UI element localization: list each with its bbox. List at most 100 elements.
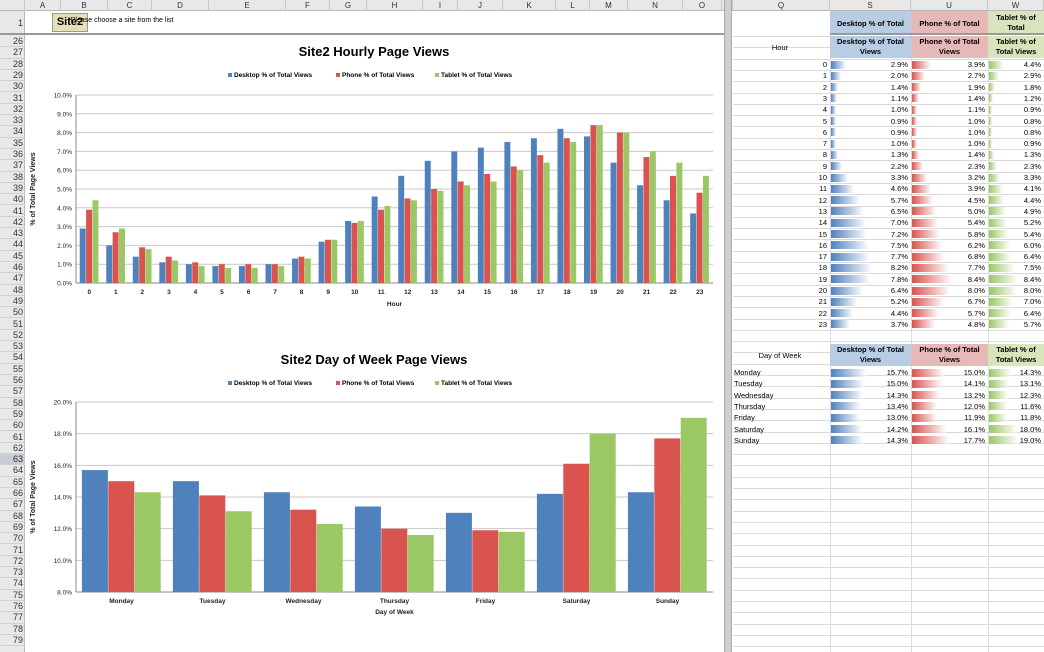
row-header-57[interactable]: 57 (0, 386, 25, 398)
table-hourly-value-phone: 8.0% (967, 286, 985, 295)
row-header-38[interactable]: 38 (0, 172, 25, 183)
row-header-27[interactable]: 27 (0, 47, 25, 59)
column-header-c[interactable]: C (108, 0, 152, 11)
row-header-62[interactable]: 62 (0, 443, 25, 455)
row-header-71[interactable]: 71 (0, 545, 25, 556)
row-header-73[interactable]: 73 (0, 567, 25, 579)
row-header-68[interactable]: 68 (0, 511, 25, 522)
bar-desktop (536, 493, 563, 592)
row-header-63[interactable]: 63 (0, 454, 25, 466)
row-header-72[interactable]: 72 (0, 556, 25, 568)
column-header-f[interactable]: F (286, 0, 330, 11)
row-header-77[interactable]: 77 (0, 612, 25, 624)
x-tick-label: 12 (404, 289, 412, 296)
row-header-58[interactable]: 58 (0, 398, 25, 409)
column-header-s[interactable]: S (830, 0, 911, 11)
row-header-26[interactable]: 26 (0, 36, 25, 48)
row-header-53[interactable]: 53 (0, 341, 25, 353)
x-tick-label: Wednesday (285, 598, 321, 605)
table-gridline-h (733, 476, 1044, 478)
row-header-32[interactable]: 32 (0, 104, 25, 116)
row-header-65[interactable]: 65 (0, 477, 25, 488)
table-daily-value-phone: 14.1% (963, 379, 985, 389)
row-header-41[interactable]: 41 (0, 206, 25, 217)
bar-tablet (304, 258, 311, 283)
bar-phone (199, 495, 226, 592)
table-hourly-value-phone: 3.2% (967, 173, 985, 182)
row-header-66[interactable]: 66 (0, 488, 25, 500)
table-hourly-value-tablet: 0.9% (1023, 105, 1041, 115)
bar-tablet (676, 162, 683, 283)
column-header-g[interactable]: G (330, 0, 367, 11)
row-header-40[interactable]: 40 (0, 194, 25, 206)
column-header-a[interactable]: A (25, 0, 61, 11)
row-header-1[interactable]: 1 (0, 11, 25, 35)
bar-phone (643, 157, 650, 283)
row-header-30[interactable]: 30 (0, 81, 25, 93)
row-header-42[interactable]: 42 (0, 217, 25, 229)
row-header-48[interactable]: 48 (0, 285, 25, 296)
row-header-59[interactable]: 59 (0, 409, 25, 421)
row-header-47[interactable]: 47 (0, 273, 25, 285)
row-header-34[interactable]: 34 (0, 126, 25, 138)
column-header-u[interactable]: U (911, 0, 988, 11)
select-all-corner[interactable] (0, 0, 25, 11)
row-header-44[interactable]: 44 (0, 239, 25, 251)
column-header-q[interactable]: Q (733, 0, 830, 11)
row-header-51[interactable]: 51 (0, 319, 25, 330)
row-header-56[interactable]: 56 (0, 375, 25, 387)
row-header-64[interactable]: 64 (0, 465, 25, 477)
row-header-49[interactable]: 49 (0, 296, 25, 308)
row-header-74[interactable]: 74 (0, 578, 25, 590)
row-header-78[interactable]: 78 (0, 624, 25, 635)
row-header-75[interactable]: 75 (0, 590, 25, 601)
freeze-pane-divider[interactable] (724, 0, 732, 652)
column-header-w[interactable]: W (988, 0, 1044, 11)
table-top-header-tablet: Tablet % of Total (988, 11, 1044, 35)
row-header-76[interactable]: 76 (0, 601, 25, 613)
row-header-37[interactable]: 37 (0, 160, 25, 172)
row-header-69[interactable]: 69 (0, 522, 25, 534)
column-header-o[interactable]: O (683, 0, 722, 11)
column-header-n[interactable]: N (628, 0, 683, 11)
column-header-b[interactable]: B (61, 0, 108, 11)
row-header-61[interactable]: 61 (0, 432, 25, 443)
daily-chart[interactable]: Site2 Day of Week Page Views Desktop % o… (25, 342, 723, 628)
x-tick-label: 9 (326, 289, 330, 296)
row-header-60[interactable]: 60 (0, 420, 25, 432)
row-header-39[interactable]: 39 (0, 183, 25, 195)
row-header-67[interactable]: 67 (0, 499, 25, 511)
row-header-46[interactable]: 46 (0, 262, 25, 274)
column-header-m[interactable]: M (590, 0, 628, 11)
column-header-i[interactable]: I (423, 0, 458, 11)
row-header-35[interactable]: 35 (0, 138, 25, 149)
table-hourly-value-phone: 6.2% (967, 240, 985, 250)
hourly-chart[interactable]: Site2 Hourly Page Views Desktop % of Tot… (25, 36, 723, 332)
bar-tablet (410, 200, 417, 283)
column-header-j[interactable]: J (458, 0, 503, 11)
bar-desktop (398, 175, 405, 283)
row-header-55[interactable]: 55 (0, 364, 25, 375)
row-header-79[interactable]: 79 (0, 635, 25, 647)
y-tick-label: 0.0% (57, 281, 72, 288)
row-header-70[interactable]: 70 (0, 533, 25, 545)
row-header-28[interactable]: 28 (0, 59, 25, 70)
row-header-36[interactable]: 36 (0, 149, 25, 161)
row-header-52[interactable]: 52 (0, 330, 25, 342)
row-header-54[interactable]: 54 (0, 352, 25, 364)
column-header-d[interactable]: D (152, 0, 209, 11)
row-header-31[interactable]: 31 (0, 93, 25, 104)
table-hourly-row-label: 18 (818, 263, 827, 273)
column-header-k[interactable]: K (503, 0, 556, 11)
table-hourly-value-desktop: 7.7% (890, 252, 908, 262)
row-header-50[interactable]: 50 (0, 307, 25, 319)
column-header-h[interactable]: H (367, 0, 423, 11)
row-header-45[interactable]: 45 (0, 251, 25, 262)
row-header-29[interactable]: 29 (0, 70, 25, 82)
column-header-e[interactable]: E (209, 0, 286, 11)
row-header-33[interactable]: 33 (0, 115, 25, 127)
row-header-43[interactable]: 43 (0, 228, 25, 240)
column-header-l[interactable]: L (556, 0, 590, 11)
bar-phone (696, 192, 703, 283)
table-hourly-value-phone: 1.0% (967, 139, 985, 149)
